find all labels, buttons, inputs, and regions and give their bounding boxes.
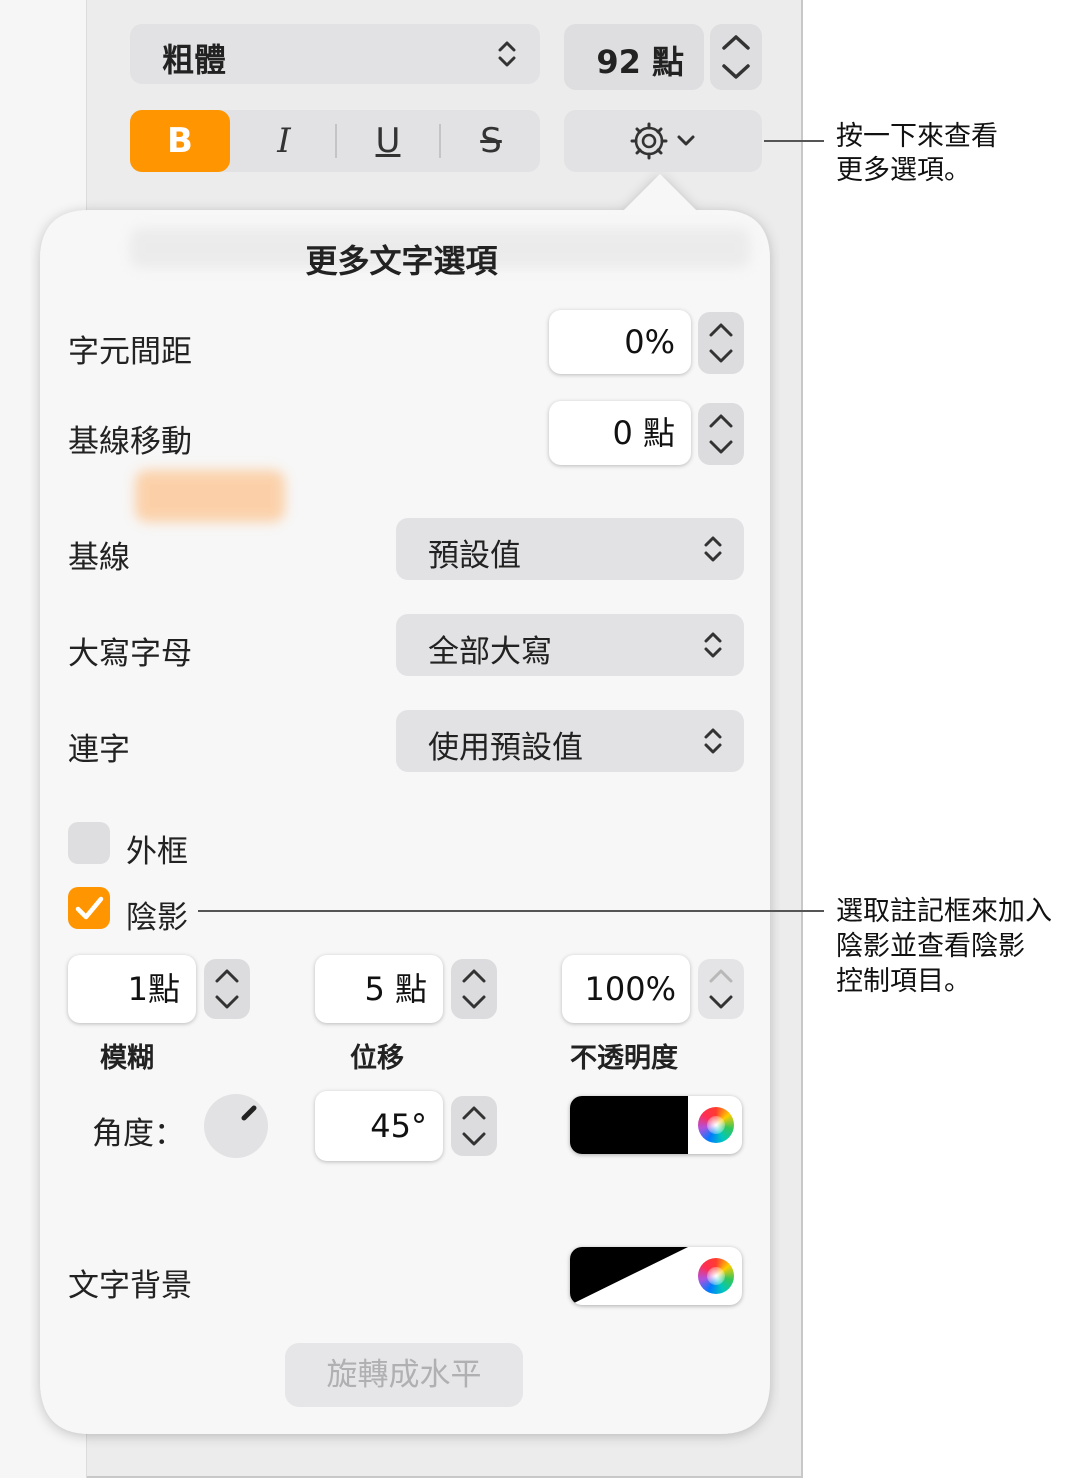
angle-dial-indicator-icon [241, 1105, 257, 1121]
shadow-offset-label: 位移 [350, 1043, 404, 1074]
capitalization-value: 全部大寫 [428, 634, 552, 670]
shadow-blur-stepper[interactable] [204, 959, 250, 1019]
format-divider [335, 124, 337, 158]
shadow-opacity-field[interactable]: 100% [562, 955, 690, 1023]
baseline-value: 預設值 [428, 538, 521, 574]
font-size-stepper[interactable] [710, 24, 762, 90]
ligatures-label: 連字 [68, 732, 130, 768]
color-wheel-icon[interactable] [698, 1258, 734, 1294]
font-style-popup[interactable]: 粗體 [130, 24, 540, 84]
underline-label: U [375, 121, 401, 161]
capitalization-popup[interactable]: 全部大寫 [396, 614, 744, 676]
bold-button[interactable]: B [130, 110, 230, 172]
italic-button[interactable]: I [234, 110, 334, 172]
angle-dial[interactable] [204, 1094, 268, 1158]
callout-line-2: 更多選項。 [836, 155, 971, 186]
baseline-shift-value: 0 點 [612, 414, 675, 452]
chevron-updown-icon [704, 632, 722, 658]
stepper-arrows-icon [709, 323, 733, 363]
shadow-color-well[interactable] [570, 1096, 742, 1154]
character-spacing-value: 0% [624, 323, 675, 361]
ligatures-popup[interactable]: 使用預設值 [396, 710, 744, 772]
stepper-arrows-icon [709, 969, 733, 1009]
shadow-angle-field[interactable]: 45° [315, 1091, 443, 1161]
rotate-horizontal-button[interactable]: 旋轉成水平 [285, 1343, 523, 1407]
outline-checkbox[interactable] [68, 822, 110, 864]
callout-line-1: 按一下來查看 [836, 121, 998, 152]
shadow-opacity-label: 不透明度 [570, 1043, 678, 1074]
baseline-shift-label: 基線移動 [68, 424, 192, 460]
shadow-checkbox[interactable] [68, 887, 110, 929]
stepper-arrows-icon [462, 1106, 486, 1146]
bold-label: B [167, 121, 193, 161]
chevron-updown-icon [498, 41, 516, 67]
font-size-value: 92 點 [596, 43, 684, 81]
font-size-field[interactable]: 92 點 [564, 24, 704, 90]
shadow-blur-field[interactable]: 1點 [68, 955, 196, 1023]
chevron-updown-icon [704, 536, 722, 562]
character-spacing-label: 字元間距 [68, 334, 192, 370]
no-fill-swatch-icon [570, 1247, 688, 1305]
callout-line-3: 控制項目。 [836, 966, 971, 997]
shadow-offset-value: 5 點 [364, 970, 427, 1008]
stepper-arrows-icon [462, 969, 486, 1009]
stepper-arrows-icon [722, 35, 750, 79]
callout-line-2: 陰影並查看陰影 [836, 931, 1025, 962]
shadow-color-swatch [570, 1096, 688, 1154]
strikethrough-button[interactable]: S [441, 110, 541, 172]
character-spacing-stepper[interactable] [698, 312, 744, 374]
shadow-opacity-stepper[interactable] [698, 959, 744, 1019]
checkmark-icon [75, 896, 104, 920]
shadow-label: 陰影 [126, 900, 188, 936]
panel-title: 更多文字選項 [305, 242, 498, 280]
italic-label: I [277, 121, 291, 161]
more-options-button[interactable] [564, 110, 762, 172]
strikethrough-label: S [480, 121, 502, 161]
callout-shadow: 選取註記框來加入 陰影並查看陰影 控制項目。 [836, 894, 1052, 999]
shadow-blur-value: 1點 [127, 970, 180, 1008]
text-background-label: 文字背景 [68, 1268, 192, 1304]
shadow-offset-field[interactable]: 5 點 [315, 955, 443, 1023]
character-spacing-field[interactable]: 0% [549, 310, 691, 374]
baseline-label: 基線 [68, 540, 130, 576]
shadow-angle-label: 角度： [92, 1116, 185, 1152]
baseline-shift-stepper[interactable] [698, 403, 744, 465]
gear-icon [630, 122, 668, 160]
stepper-arrows-icon [709, 414, 733, 454]
text-background-color-well[interactable] [570, 1247, 742, 1305]
shadow-opacity-value: 100% [584, 970, 676, 1008]
color-wheel-icon[interactable] [698, 1107, 734, 1143]
callout-more-options: 按一下來查看 更多選項。 [836, 120, 998, 188]
underline-button[interactable]: U [338, 110, 438, 172]
shadow-angle-value: 45° [370, 1107, 427, 1145]
shadow-angle-stepper[interactable] [451, 1096, 497, 1156]
outline-label: 外框 [126, 834, 188, 870]
stepper-arrows-icon [215, 969, 239, 1009]
shadow-blur-label: 模糊 [100, 1043, 154, 1074]
callout-line-shadow [198, 910, 824, 912]
rotate-horizontal-label: 旋轉成水平 [326, 1357, 482, 1393]
baseline-shift-field[interactable]: 0 點 [549, 401, 691, 465]
baseline-popup[interactable]: 預設值 [396, 518, 744, 580]
blurred-background-button [135, 470, 285, 522]
callout-line-1: 選取註記框來加入 [836, 896, 1052, 927]
callout-line-more-options [764, 140, 824, 142]
shadow-offset-stepper[interactable] [451, 959, 497, 1019]
ligatures-value: 使用預設值 [428, 730, 583, 766]
chevron-down-icon [677, 135, 695, 146]
capitalization-label: 大寫字母 [68, 636, 192, 672]
font-style-value: 粗體 [162, 41, 227, 79]
chevron-updown-icon [704, 728, 722, 754]
